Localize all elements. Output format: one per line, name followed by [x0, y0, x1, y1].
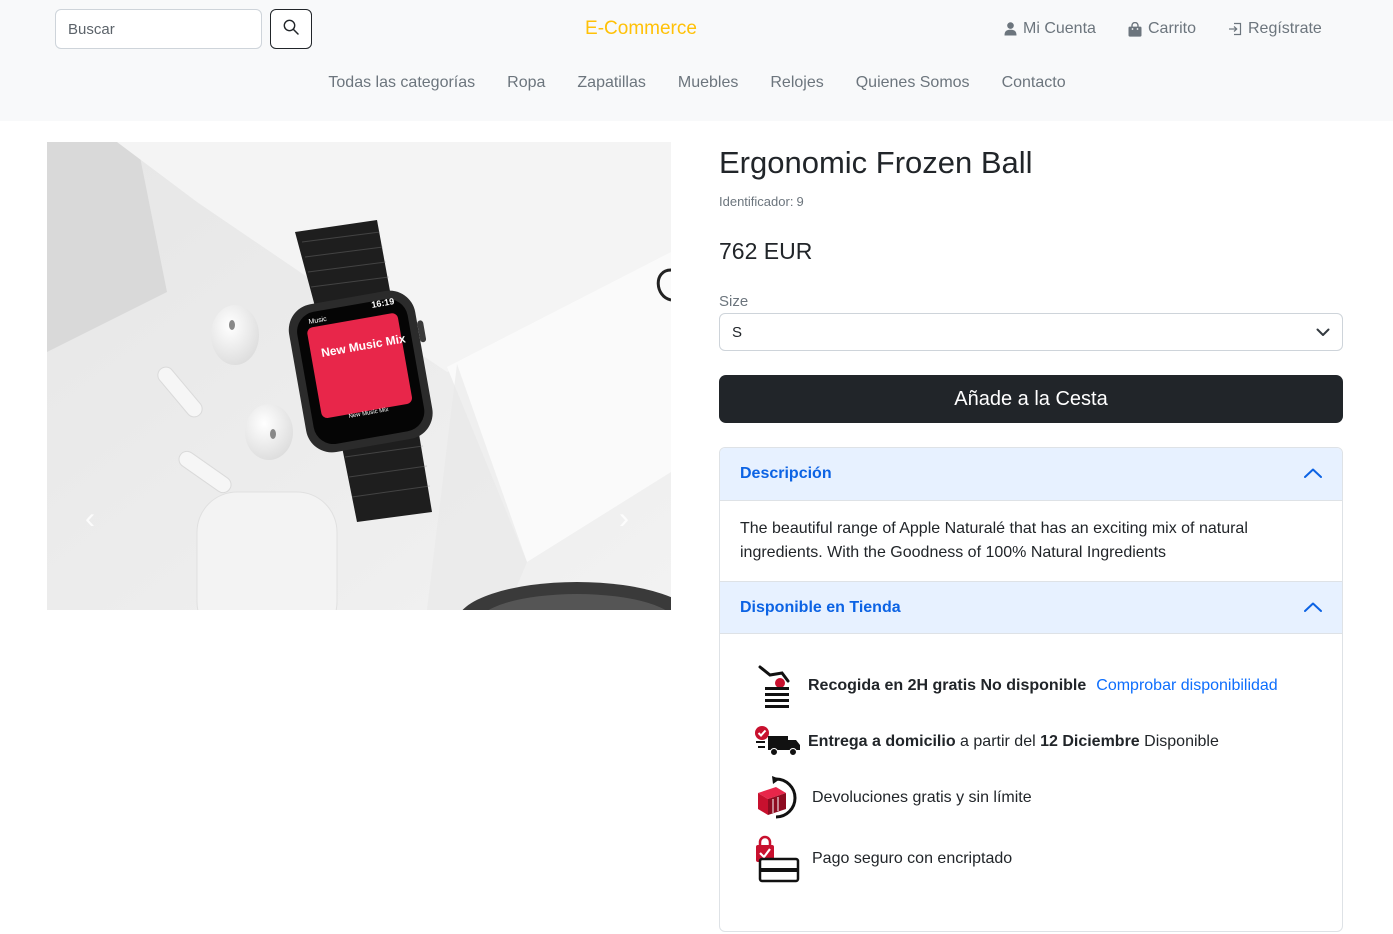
- nav-item-all-categories[interactable]: Todas las categorías: [312, 74, 491, 92]
- identifier-value: 9: [796, 194, 804, 209]
- nav-item-zapatillas[interactable]: Zapatillas: [561, 74, 661, 92]
- pickup-feature: Recogida en 2H gratis No disponible Comp…: [752, 661, 1278, 711]
- register-label: Regístrate: [1248, 20, 1322, 37]
- carousel-prev-icon[interactable]: ‹: [85, 502, 95, 536]
- search-icon: [283, 19, 299, 40]
- chevron-up-icon: [1304, 465, 1322, 483]
- carousel-next-icon[interactable]: ›: [619, 502, 629, 536]
- size-select[interactable]: S: [719, 313, 1343, 351]
- sign-in-icon: [1228, 22, 1242, 36]
- identifier-label: Identificador:: [719, 194, 794, 209]
- chevron-down-icon: [1316, 324, 1330, 341]
- payment-text: Pago seguro con encriptado: [812, 850, 1013, 867]
- product-description-text: The beautiful range of Apple Naturalé th…: [740, 520, 1248, 561]
- chevron-up-icon: [1304, 599, 1322, 617]
- person-icon: [1004, 22, 1017, 36]
- nav-item-relojes[interactable]: Relojes: [754, 74, 839, 92]
- shopping-bag-icon: [1128, 21, 1142, 37]
- category-nav: Todas las categorías Ropa Zapatillas Mue…: [0, 74, 1393, 92]
- accordion-title-disponible: Disponible en Tienda: [740, 598, 901, 616]
- account-link[interactable]: Mi Cuenta: [1004, 20, 1096, 38]
- accordion-title-descripcion: Descripción: [740, 465, 832, 482]
- pickup-status: Recogida en 2H gratis No disponible: [808, 677, 1087, 694]
- secure-payment-icon: [752, 834, 802, 884]
- payment-feature: Pago seguro con encriptado: [752, 834, 1012, 884]
- product-identifier: Identificador: 9: [719, 194, 804, 209]
- size-selected-value: S: [732, 323, 743, 341]
- returns-feature: Devoluciones gratis y sin límite: [752, 773, 1032, 823]
- check-availability-link[interactable]: Comprobar disponibilidad: [1096, 677, 1277, 695]
- nav-item-contacto[interactable]: Contacto: [986, 74, 1082, 92]
- cart-label: Carrito: [1148, 20, 1197, 37]
- cart-link[interactable]: Carrito: [1128, 20, 1196, 38]
- product-image-carousel[interactable]: 16:19 Music New Music Mix New Music Mix …: [47, 142, 671, 610]
- delivery-text: Entrega a domicilio a partir del 12 Dici…: [808, 733, 1219, 750]
- product-price: 762 EUR: [719, 238, 813, 264]
- accordion-header-disponible[interactable]: Disponible en Tienda: [720, 581, 1342, 634]
- delivery-truck-icon: [752, 717, 802, 767]
- product-accordion: Descripción The beautiful range of Apple…: [719, 447, 1343, 932]
- delivery-feature: Entrega a domicilio a partir del 12 Dici…: [752, 717, 1219, 767]
- brand-logo[interactable]: E-Commerce: [560, 18, 722, 40]
- nav-item-ropa[interactable]: Ropa: [491, 74, 561, 92]
- add-to-cart-button[interactable]: Añade a la Cesta: [719, 375, 1343, 423]
- product-title: Ergonomic Frozen Ball: [719, 145, 1033, 180]
- returns-text: Devoluciones gratis y sin límite: [812, 789, 1032, 806]
- search-input[interactable]: [55, 9, 262, 49]
- search-button[interactable]: [270, 9, 312, 49]
- returns-box-icon: [752, 773, 802, 823]
- nav-item-quienes-somos[interactable]: Quienes Somos: [840, 74, 986, 92]
- accordion-header-descripcion[interactable]: Descripción: [720, 448, 1342, 501]
- size-label: Size: [719, 293, 749, 310]
- account-label: Mi Cuenta: [1023, 20, 1096, 37]
- product-photo: 16:19 Music New Music Mix New Music Mix: [47, 142, 671, 610]
- site-header: E-Commerce Mi Cuenta Carrito Regístrate …: [0, 0, 1393, 121]
- store-pickup-icon: [752, 661, 802, 711]
- register-link[interactable]: Regístrate: [1228, 20, 1322, 38]
- nav-item-muebles[interactable]: Muebles: [662, 74, 754, 92]
